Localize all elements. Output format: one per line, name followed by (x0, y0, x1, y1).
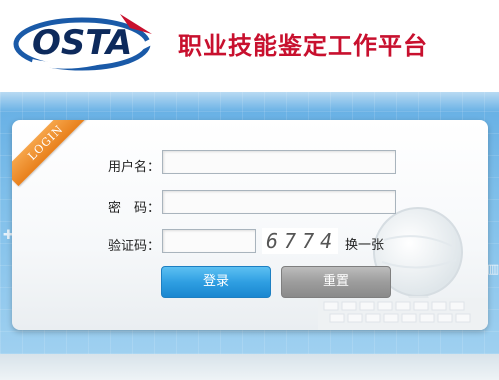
footer-band (0, 354, 499, 380)
captcha-label: 验证码： (108, 239, 161, 254)
osta-logo: OSTA (13, 14, 164, 71)
login-button[interactable]: 登录 (161, 266, 271, 298)
captcha-image[interactable]: 6774 (262, 228, 338, 254)
refresh-captcha-link[interactable]: 换一张 (345, 234, 384, 253)
captcha-input[interactable] (162, 229, 256, 253)
reset-button[interactable]: 重置 (281, 266, 391, 298)
login-panel: LOGIN 用户名： 密 码： 验证码： 6774 换一张 登录 重置 (12, 120, 488, 330)
password-input[interactable] (162, 190, 396, 214)
username-input[interactable] (162, 150, 396, 174)
background-glow (0, 92, 499, 112)
username-label: 用户名： (108, 160, 161, 175)
password-label: 密 码： (108, 201, 161, 216)
header: OSTA 职业技能鉴定工作平台 (0, 0, 499, 92)
right-deco-icon: ▥ (487, 262, 499, 277)
decorative-globe-keyboard-image (318, 207, 488, 330)
site-title: 职业技能鉴定工作平台 (178, 32, 428, 60)
logo-text: OSTA (32, 23, 132, 63)
login-ribbon: LOGIN (12, 120, 90, 187)
